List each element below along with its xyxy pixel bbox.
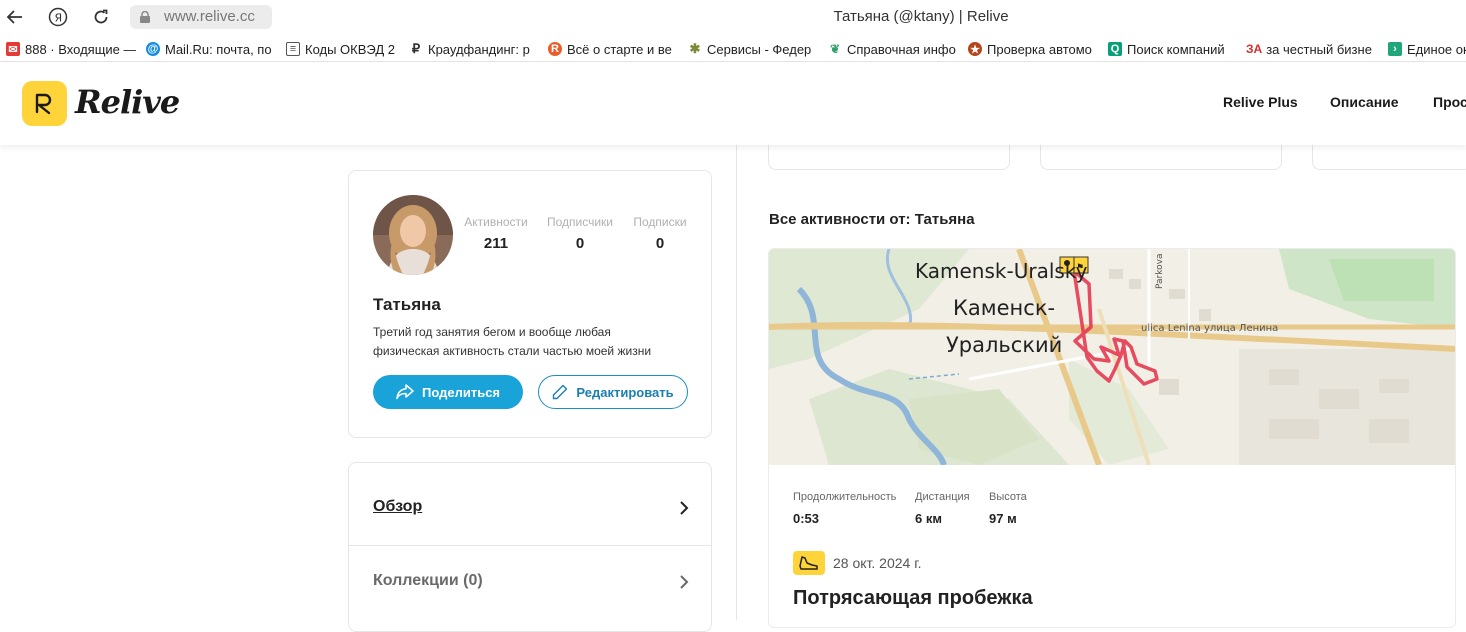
menu-item-collections[interactable]: Коллекции (0) (349, 546, 711, 620)
bookmarks-bar: ✉ 888 · Входящие — @ Mail.Ru: почта, по … (0, 36, 1466, 62)
bookmark-item[interactable]: ₽ Краудфандинг: р (409, 40, 535, 58)
relive-logo-icon[interactable] (22, 81, 67, 126)
profile-menu: Обзор Коллекции (0) (348, 462, 712, 632)
emblem-icon: ✱ (689, 41, 701, 56)
map-label-city-ru: Каменск- (953, 296, 1055, 320)
menu-item-overview[interactable]: Обзор (349, 471, 711, 545)
activity-stat-distance: Дистанция 6 км (915, 491, 970, 526)
activities-section-title: Все активности от: Татьяна (769, 211, 975, 228)
bookmark-item[interactable]: ★ Проверка автомо (968, 40, 1094, 58)
bookmark-item[interactable]: R Всё о старте и ве (548, 40, 676, 58)
ruble-icon: ₽ (411, 41, 421, 56)
yandex-icon[interactable]: Я (47, 6, 69, 28)
bookmark-item[interactable]: ✱ Сервисы - Федер (688, 40, 814, 58)
back-arrow-icon[interactable] (4, 6, 26, 28)
document-icon: ≡ (286, 42, 300, 56)
svg-text:Я: Я (55, 12, 63, 25)
at-icon: @ (146, 42, 160, 56)
activity-map[interactable]: ⚑ Kamensk-Uralsky Каменск- Уральский uli… (769, 249, 1456, 465)
q-icon: Q (1108, 42, 1122, 56)
bookmark-item[interactable]: ❦ Справочная инфо (828, 40, 956, 58)
address-bar[interactable]: www.relive.cc (130, 5, 272, 29)
chevron-right-icon (680, 575, 689, 589)
stat-activities[interactable]: Активности 211 (463, 215, 529, 252)
logo-wordmark[interactable]: Relive (75, 83, 180, 121)
activity-title[interactable]: Потрясающая пробежка (793, 587, 1033, 610)
share-icon (396, 384, 414, 400)
profile-bio: Третий год занятия бегом и вообще любая … (373, 325, 652, 358)
stat-following[interactable]: Подписки 0 (629, 215, 691, 252)
map-label-street2: Parkova (1155, 254, 1165, 289)
reload-icon[interactable] (90, 6, 112, 28)
map-label-city-en: Kamensk-Uralsky (915, 259, 1088, 283)
bookmark-item[interactable]: › Единое ок (1388, 40, 1466, 58)
bookmark-item[interactable]: ≡ Коды ОКВЭД 2 (286, 40, 398, 58)
column-divider (736, 145, 737, 620)
chevron-right-icon (680, 501, 689, 515)
leaf-icon: ❦ (829, 42, 841, 56)
share-button[interactable]: Поделиться (373, 375, 523, 409)
police-emblem-icon: ★ (968, 42, 982, 56)
activity-card[interactable]: ⚑ Kamensk-Uralsky Каменск- Уральский uli… (768, 248, 1456, 628)
mail-icon: ✉ (6, 42, 20, 56)
bookmark-item[interactable]: ✉ 888 · Входящие — (6, 40, 136, 58)
browser-toolbar: Татьяна (@ktany) | Relive Я www.relive.c… (0, 0, 1466, 34)
nav-description[interactable]: Описание (1330, 94, 1399, 110)
profile-card: Активности 211 Подписчики 0 Подписки 0 Т… (348, 170, 712, 438)
r-badge-icon: R (548, 42, 562, 56)
bookmark-item[interactable]: @ Mail.Ru: почта, по (146, 40, 272, 58)
za-icon: ЗА (1246, 42, 1263, 56)
activity-date: 28 окт. 2024 г. (833, 555, 922, 571)
profile-name: Татьяна (373, 295, 441, 314)
map-label-street: ulica Lenina улица Ленина (1141, 323, 1278, 334)
bookmark-item[interactable]: ЗА за честный бизне (1246, 40, 1376, 58)
stat-followers[interactable]: Подписчики 0 (543, 215, 617, 252)
running-shoe-icon (793, 551, 825, 575)
activity-stat-duration: Продолжительность 0:53 (793, 491, 897, 526)
pencil-icon (553, 384, 568, 400)
activity-stat-elevation: Высота 97 м (989, 491, 1027, 526)
nav-more[interactable]: Прос (1433, 94, 1466, 110)
bookmark-item[interactable]: Q Поиск компаний (1108, 40, 1232, 58)
url-text: www.relive.cc (164, 8, 255, 25)
avatar[interactable] (373, 195, 453, 275)
map-label-city-ru-2: Уральский (946, 333, 1062, 357)
lock-icon (140, 11, 150, 23)
site-header: Relive Relive Plus Описание Прос (0, 63, 1466, 145)
edit-button[interactable]: Редактировать (538, 375, 688, 409)
nav-relive-plus[interactable]: Relive Plus (1223, 94, 1298, 110)
green-arrow-icon: › (1388, 42, 1402, 56)
